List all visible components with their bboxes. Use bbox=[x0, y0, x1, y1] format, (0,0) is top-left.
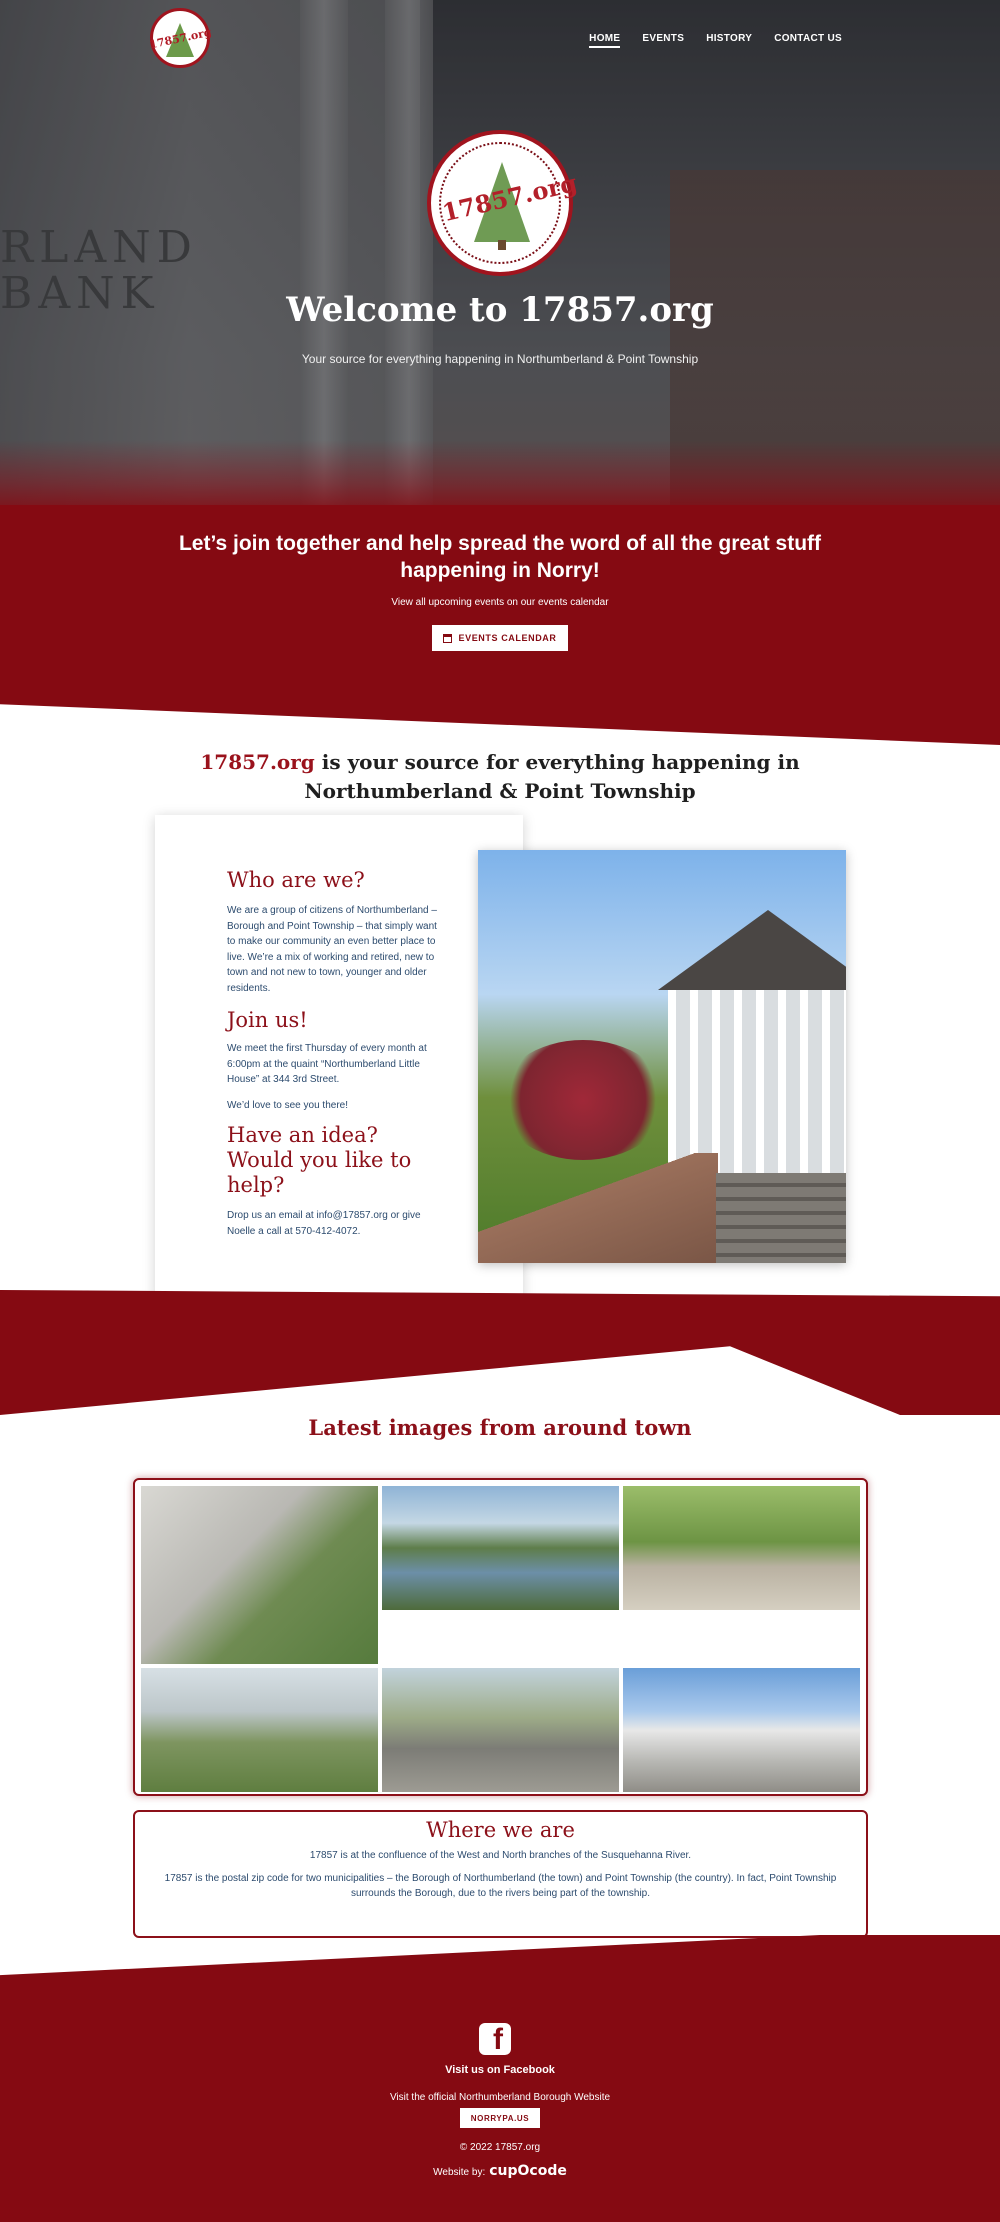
where-text-2: 17857 is the postal zip code for two mun… bbox=[164, 1873, 837, 1899]
join-text-2: We’d love to see you there! bbox=[227, 1099, 348, 1111]
join-title: Join us! bbox=[227, 1008, 308, 1032]
nav-item-home[interactable]: HOME bbox=[589, 33, 621, 48]
gallery-image[interactable] bbox=[382, 1668, 619, 1792]
copyright: © 2022 17857.org bbox=[459, 2142, 541, 2153]
events-calendar-button[interactable]: EVENTS CALENDAR bbox=[432, 625, 568, 651]
hero-subtitle: Your source for everything happening in … bbox=[301, 352, 699, 366]
photo-gazebo-roof bbox=[658, 910, 846, 990]
gallery-image[interactable] bbox=[623, 1668, 860, 1792]
cta-subtitle: View all upcoming events on our events c… bbox=[391, 597, 609, 608]
hero-title: Welcome to 17857.org bbox=[286, 290, 714, 330]
main-nav: HOME EVENTS HISTORY CONTACT US bbox=[589, 33, 842, 48]
nav-logo[interactable]: 17857.org bbox=[148, 8, 212, 68]
hero-red-streak bbox=[0, 440, 1000, 510]
intro-text: is your source for everything happening … bbox=[304, 750, 800, 803]
who-title: Who are we? bbox=[227, 868, 365, 892]
where-text-1: 17857 is at the confluence of the West a… bbox=[309, 1850, 692, 1861]
tree-trunk bbox=[498, 240, 506, 250]
idea-title: Have an idea? Would you like to help? bbox=[227, 1123, 412, 1197]
borough-text: Visit the official Northumberland Boroug… bbox=[389, 2092, 611, 2103]
idea-block: Have an idea? Would you like to help? Dr… bbox=[227, 1123, 447, 1239]
website-by: Website by: cupOcode bbox=[0, 2163, 1000, 2179]
hero-logo: 17857.org bbox=[427, 130, 580, 276]
gazebo-photo bbox=[478, 850, 846, 1263]
photo-path bbox=[478, 1153, 718, 1263]
facebook-link[interactable]: Visit us on Facebook bbox=[0, 2064, 1000, 2076]
intro-heading: 17857.org is your source for everything … bbox=[150, 748, 850, 806]
nav-item-contact-us[interactable]: CONTACT US bbox=[774, 33, 842, 48]
nav-item-events[interactable]: EVENTS bbox=[642, 33, 684, 48]
join-text: We meet the first Thursday of every mont… bbox=[227, 1043, 427, 1085]
website-by-label: Website by: bbox=[433, 2167, 486, 2178]
gallery-image[interactable] bbox=[623, 1486, 860, 1610]
agency-logo[interactable]: cupOcode bbox=[489, 2163, 567, 2179]
norrypa-button[interactable]: NORRYPA.US bbox=[460, 2108, 540, 2128]
gallery-title: Latest images from around town bbox=[308, 1415, 692, 1440]
who-text: We are a group of citizens of Northumber… bbox=[227, 905, 437, 994]
gallery-image[interactable] bbox=[141, 1486, 378, 1664]
red-divider bbox=[0, 1290, 1000, 1415]
nav-item-history[interactable]: HISTORY bbox=[706, 33, 752, 48]
photo-tree bbox=[498, 1040, 668, 1160]
image-gallery bbox=[133, 1478, 868, 1796]
join-block: Join us! We meet the first Thursday of e… bbox=[227, 1008, 447, 1113]
cta-heading: Let’s join together and help spread the … bbox=[178, 532, 822, 582]
gallery-image[interactable] bbox=[382, 1486, 619, 1610]
where-title: Where we are bbox=[426, 1818, 575, 1842]
calendar-icon bbox=[443, 633, 453, 643]
photo-steps bbox=[716, 1173, 846, 1263]
intro-brand: 17857.org bbox=[200, 750, 315, 774]
about-card: Who are we? We are a group of citizens o… bbox=[155, 815, 523, 1299]
who-block: Who are we? We are a group of citizens o… bbox=[227, 868, 447, 996]
idea-text: Drop us an email at info@17857.org or gi… bbox=[227, 1210, 421, 1237]
gallery-image[interactable] bbox=[141, 1668, 378, 1792]
facebook-icon[interactable]: f bbox=[479, 2023, 511, 2055]
events-calendar-button-label: EVENTS CALENDAR bbox=[458, 633, 557, 643]
where-we-are-box: Where we are 17857 is at the confluence … bbox=[133, 1810, 868, 1938]
